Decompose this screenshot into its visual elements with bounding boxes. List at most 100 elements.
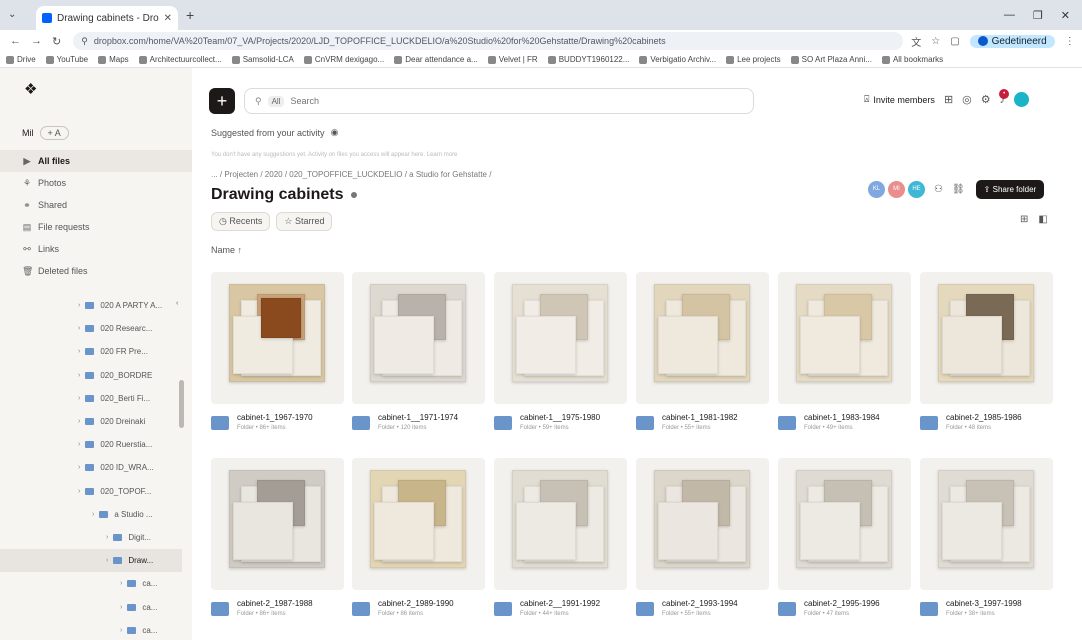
members-icon[interactable]: ⚇ (934, 184, 943, 195)
tree-item[interactable]: › Digit... (0, 526, 182, 549)
sidebar-scrollbar[interactable] (179, 380, 184, 428)
bookmark-item[interactable]: YouTube (45, 55, 88, 64)
tab-search-icon[interactable]: ⌄ (8, 9, 16, 20)
tree-item[interactable]: › ca... (0, 572, 182, 595)
expand-chevron-icon[interactable]: › (78, 464, 80, 471)
bookmark-item[interactable]: All bookmarks (881, 55, 943, 64)
folder-name[interactable]: cabinet-2_1985-1986 (946, 413, 1022, 422)
folder-card[interactable]: cabinet-2_1993-1994 Folder • 55+ items (636, 458, 769, 617)
starred-chip[interactable]: ☆ Starred (276, 212, 333, 231)
user-avatar[interactable] (1014, 92, 1030, 107)
search-scope[interactable]: All (267, 95, 285, 107)
folder-name[interactable]: cabinet-2_1989-1990 (378, 599, 454, 608)
help-icon[interactable]: ◎ (962, 93, 972, 106)
expand-chevron-icon[interactable]: › (78, 325, 80, 332)
folder-name[interactable]: cabinet-1_1981-1982 (662, 413, 738, 422)
folder-card[interactable]: cabinet-1__1971-1974 Folder • 120 items (352, 272, 485, 431)
settings-icon[interactable]: ⚙ (981, 93, 991, 106)
folder-thumbnail[interactable] (778, 272, 911, 404)
folder-thumbnail[interactable] (636, 272, 769, 404)
bookmark-item[interactable]: Samsolid-LCA (231, 55, 294, 64)
collapse-caret-icon[interactable]: ‹ (176, 300, 178, 307)
folder-name[interactable]: cabinet-2__1991-1992 (520, 599, 600, 608)
search-box[interactable]: ⚲ All (244, 88, 754, 114)
search-input[interactable] (290, 96, 753, 106)
invite-members-button[interactable]: ⍓ Invite members (864, 94, 935, 105)
maximize-icon[interactable]: ❐ (1033, 9, 1043, 22)
expand-chevron-icon[interactable]: › (78, 348, 80, 355)
bookmark-item[interactable]: Dear attendance a... (394, 55, 478, 64)
expand-chevron-icon[interactable]: › (106, 557, 108, 564)
sidebar-item[interactable]: 🗑 Deleted files (0, 260, 192, 282)
expand-chevron-icon[interactable]: › (78, 488, 80, 495)
notifications-icon[interactable]: ♪ • (999, 88, 1010, 106)
bookmark-item[interactable]: Drive (6, 55, 36, 64)
bookmark-item[interactable]: CnVRM dexigago... (303, 55, 384, 64)
expand-chevron-icon[interactable]: › (106, 534, 108, 541)
folder-thumbnail[interactable] (636, 458, 769, 590)
expand-chevron-icon[interactable]: › (92, 511, 94, 518)
tree-item[interactable]: › 020_TOPOF... (0, 480, 182, 503)
bookmark-item[interactable]: SO Art Plaza Anni... (790, 55, 872, 64)
folder-name[interactable]: cabinet-3_1997-1998 (946, 599, 1022, 608)
folder-card[interactable]: cabinet-2_1985-1986 Folder • 48 items (920, 272, 1053, 431)
folder-thumbnail[interactable] (778, 458, 911, 590)
info-panel-icon[interactable]: ◧ (1038, 214, 1047, 225)
folder-card[interactable]: cabinet-1__1975-1980 Folder • 59+ items (494, 272, 627, 431)
grid-view-icon[interactable]: ⊞ (1020, 214, 1028, 225)
folder-card[interactable]: cabinet-1_1983-1984 Folder • 49+ items (778, 272, 911, 431)
folder-thumbnail[interactable] (211, 272, 344, 404)
folder-name[interactable]: cabinet-1__1975-1980 (520, 413, 600, 422)
tree-item[interactable]: › ca... (0, 595, 182, 618)
suggested-header[interactable]: Suggested from your activity ◉ (211, 127, 338, 138)
url-field[interactable]: ⚲ dropbox.com/home/VA%20Team/07_VA/Proje… (73, 32, 904, 50)
menu-icon[interactable]: ⋮ (1065, 36, 1075, 47)
share-folder-button[interactable]: ⇪ Share folder (975, 180, 1045, 199)
folder-card[interactable]: cabinet-2_1987-1988 Folder • 86+ items (211, 458, 344, 617)
copy-link-icon[interactable]: ⛓ (952, 184, 965, 195)
bookmark-item[interactable]: Velvet | FR (487, 55, 538, 64)
member-avatar[interactable]: MI (888, 181, 905, 198)
account-label[interactable]: Mil (22, 128, 34, 138)
tree-item[interactable]: › 020 FR Pre... (0, 340, 182, 363)
folder-name[interactable]: cabinet-1_1983-1984 (804, 413, 880, 422)
folder-name[interactable]: cabinet-2_1987-1988 (237, 599, 313, 608)
folder-card[interactable]: cabinet-1_1981-1982 Folder • 55+ items (636, 272, 769, 431)
tree-item[interactable]: › 020 ID_WRA... (0, 456, 182, 479)
folder-name[interactable]: cabinet-1__1971-1974 (378, 413, 458, 422)
site-info-icon[interactable]: ⚲ (81, 36, 88, 47)
translate-icon[interactable]: 文 (911, 34, 921, 49)
bookmark-item[interactable]: Maps (98, 55, 129, 64)
tree-item[interactable]: › 020 Dreinaki (0, 410, 182, 433)
tree-item[interactable]: › Draw... (0, 549, 182, 573)
back-icon[interactable]: ← (10, 35, 21, 48)
folder-name[interactable]: cabinet-2_1995-1996 (804, 599, 880, 608)
tree-item[interactable]: › 020_Berti Fi... (0, 387, 182, 410)
breadcrumb[interactable]: ... / Projecten / 2020 / 020_TOPOFFICE_L… (211, 170, 491, 179)
new-tab-icon[interactable]: + (186, 7, 194, 23)
bookmark-item[interactable]: BUDDYT1960122... (547, 55, 629, 64)
minimize-icon[interactable]: — (1004, 9, 1015, 22)
tree-item[interactable]: › 020_BORDRE (0, 364, 182, 387)
expand-chevron-icon[interactable]: › (78, 395, 80, 402)
folder-card[interactable]: cabinet-1_1967-1970 Folder • 86+ items (211, 272, 344, 431)
expand-chevron-icon[interactable]: › (78, 418, 80, 425)
folder-card[interactable]: cabinet-3_1997-1998 Folder • 38+ items (920, 458, 1053, 617)
expand-chevron-icon[interactable]: › (120, 627, 122, 634)
sidebar-item[interactable]: ⚯ Links (0, 238, 192, 260)
account-switch-pill[interactable]: + A (39, 126, 69, 140)
dropbox-logo-icon[interactable]: ❖ (24, 82, 42, 98)
tree-item[interactable]: › ca... (0, 619, 182, 640)
member-avatar[interactable]: HE (908, 181, 925, 198)
folder-name[interactable]: cabinet-2_1993-1994 (662, 599, 738, 608)
folder-options-icon[interactable] (351, 192, 358, 198)
expand-chevron-icon[interactable]: › (78, 302, 80, 309)
expand-chevron-icon[interactable]: › (78, 441, 80, 448)
folder-thumbnail[interactable] (494, 272, 627, 404)
extensions-icon[interactable]: ▢ (950, 36, 959, 47)
profile-button[interactable]: Gedetineerd (969, 34, 1055, 48)
folder-thumbnail[interactable] (211, 458, 344, 590)
folder-thumbnail[interactable] (352, 458, 485, 590)
member-avatar[interactable]: KL (868, 181, 885, 198)
bookmark-item[interactable]: Verbigatio Archiv... (639, 55, 716, 64)
